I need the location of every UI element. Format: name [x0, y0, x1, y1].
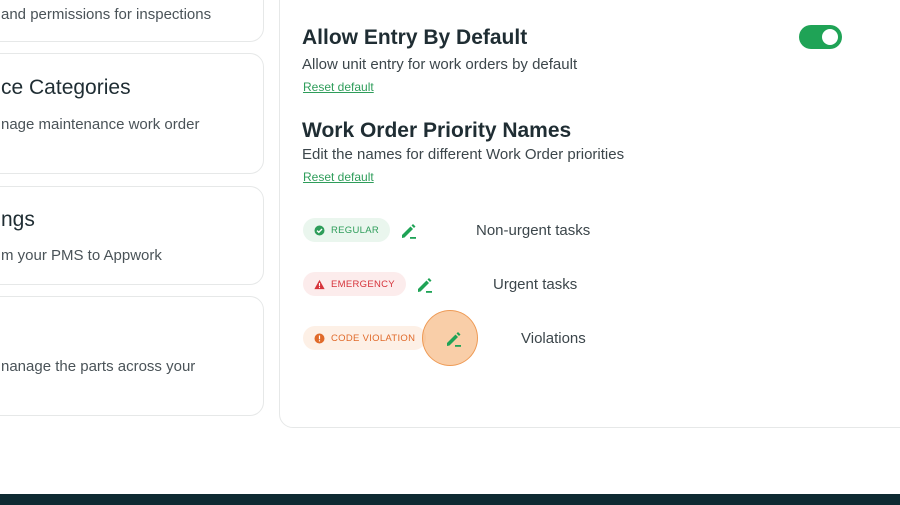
priority-badge-regular: REGULAR: [303, 218, 391, 242]
edit-priority-code-violation-button[interactable]: [444, 329, 464, 349]
allow-entry-toggle[interactable]: [799, 25, 842, 49]
priority-badge-label: CODE VIOLATION: [331, 332, 416, 344]
priority-badge-label: REGULAR: [331, 224, 380, 236]
check-circle-icon: [314, 225, 325, 236]
allow-entry-reset-link[interactable]: Reset default: [303, 80, 374, 94]
edit-priority-regular-button[interactable]: [399, 221, 419, 241]
footer-bar: [0, 494, 900, 505]
settings-card-list: and permissions for inspections ce Categ…: [0, 0, 266, 430]
allow-entry-description: Allow unit entry for work orders by defa…: [302, 56, 578, 73]
priority-badge-code-violation: CODE VIOLATION: [303, 326, 427, 350]
allow-entry-title: Allow Entry By Default: [302, 26, 528, 49]
priority-description-code-violation: Violations: [521, 330, 586, 347]
info-circle-icon: [314, 333, 325, 344]
edit-priority-emergency-button[interactable]: [415, 275, 435, 295]
priority-names-description: Edit the names for different Work Order …: [302, 146, 625, 163]
priority-badge-emergency: EMERGENCY: [303, 272, 406, 296]
settings-card-title: ngs: [1, 208, 35, 231]
settings-card-description: and permissions for inspections: [1, 6, 212, 23]
pencil-icon: [447, 332, 461, 347]
settings-card-description: m your PMS to Appwork: [1, 247, 162, 264]
priority-badge-label: EMERGENCY: [331, 278, 395, 290]
settings-card-description: nanage the parts across your: [1, 358, 196, 375]
priority-description-regular: Non-urgent tasks: [476, 222, 591, 239]
priority-names-title: Work Order Priority Names: [302, 119, 572, 142]
settings-card-service-categories[interactable]: ce Categories nage maintenance work orde…: [0, 53, 264, 174]
settings-card-parts[interactable]: nanage the parts across your: [0, 296, 264, 416]
pencil-icon: [402, 224, 416, 239]
settings-card-title: ce Categories: [1, 76, 131, 99]
settings-card-inspections[interactable]: and permissions for inspections: [0, 0, 264, 42]
priority-names-reset-link[interactable]: Reset default: [303, 170, 374, 184]
priority-description-emergency: Urgent tasks: [493, 276, 578, 293]
warning-triangle-icon: [314, 279, 325, 290]
pencil-icon: [418, 278, 432, 293]
toggle-knob: [822, 29, 838, 45]
settings-card-description: nage maintenance work order: [1, 116, 200, 133]
settings-card-pms-settings[interactable]: ngs m your PMS to Appwork: [0, 186, 264, 285]
